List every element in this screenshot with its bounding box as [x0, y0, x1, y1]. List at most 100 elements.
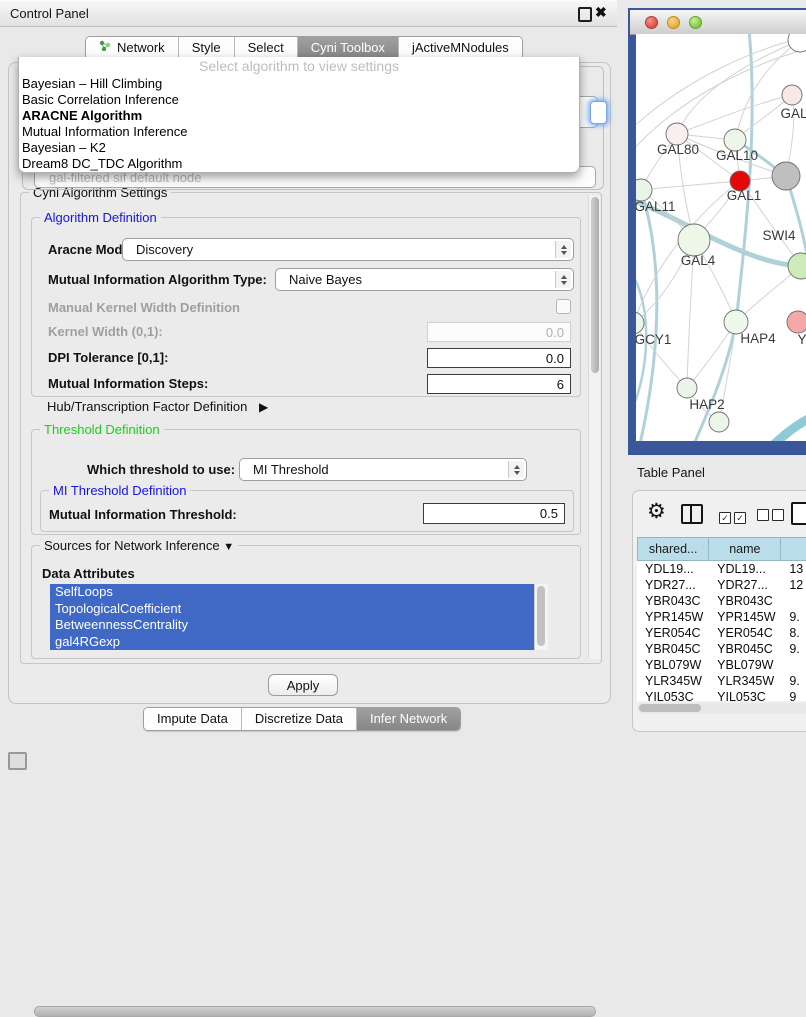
tab-style[interactable]: Style — [179, 37, 235, 59]
table-cell[interactable]: YLR345W — [709, 673, 781, 689]
table-cell[interactable]: YBR045C — [709, 641, 781, 657]
mi-type-value: Naive Bayes — [289, 272, 362, 287]
manual-kernel-checkbox[interactable] — [556, 299, 571, 314]
table-cell[interactable]: 9. — [781, 641, 806, 657]
float-panel-icon[interactable] — [578, 7, 592, 22]
tab-cyni-toolbox[interactable]: Cyni Toolbox — [298, 37, 399, 59]
menu-item-bayesian-k2[interactable]: Bayesian – K2 — [19, 140, 579, 156]
table-cell[interactable]: YBR043C — [709, 593, 781, 609]
table-cell[interactable]: YBR043C — [637, 593, 709, 609]
minimize-traffic-light[interactable] — [667, 16, 680, 29]
network-node-y[interactable] — [787, 311, 806, 333]
table-row[interactable]: YPR145WYPR145W9. — [637, 609, 806, 625]
table-cell[interactable]: 13 — [781, 561, 806, 577]
table-cell[interactable]: YIL053C — [709, 689, 781, 701]
table-cell[interactable]: YDL19... — [637, 561, 709, 577]
mi-threshold-definition-group: MI Threshold Definition Mutual Informati… — [40, 490, 574, 532]
table-cell[interactable]: YDR27... — [709, 577, 781, 593]
collapsed-arrow-icon[interactable]: ▶ — [259, 400, 268, 414]
attribute-item[interactable]: BetweennessCentrality — [50, 617, 548, 634]
table-cell[interactable]: YBL079W — [637, 657, 709, 673]
table-cell[interactable]: 12 — [781, 577, 806, 593]
apply-button[interactable]: Apply — [268, 674, 338, 696]
table-cell[interactable] — [781, 657, 806, 673]
tab-jactivemnodules[interactable]: jActiveMNodules — [399, 37, 522, 59]
settings-scrollbar-thumb[interactable] — [591, 197, 599, 373]
gear-icon[interactable]: ⚙ — [647, 499, 666, 524]
tab-discretize-data[interactable]: Discretize Data — [242, 708, 357, 730]
attribute-item[interactable]: SelfLoops — [50, 584, 548, 601]
combobox-focus-stepper[interactable] — [590, 101, 607, 124]
table-cell[interactable]: YER054C — [637, 625, 709, 641]
menu-item-aracne-algorithm[interactable]: ARACNE Algorithm — [19, 108, 579, 124]
network-node[interactable] — [772, 162, 800, 190]
aracne-mode-combobox[interactable]: Discovery — [122, 238, 574, 261]
table-cell[interactable]: YIL053C — [637, 689, 709, 701]
node-label: GCY1 — [636, 332, 671, 347]
table-row[interactable]: YIL053CYIL053C9 — [637, 689, 806, 701]
tab-network[interactable]: Network — [86, 37, 179, 59]
table-row[interactable]: YBL079WYBL079W — [637, 657, 806, 673]
close-panel-icon[interactable]: ✖ — [595, 4, 607, 21]
table-row[interactable]: YDL19...YDL19...13 — [637, 561, 806, 577]
zoom-traffic-light[interactable] — [689, 16, 702, 29]
table-cell[interactable] — [781, 593, 806, 609]
mi-steps-field[interactable]: 6 — [427, 374, 571, 394]
attribute-item[interactable]: TopologicalCoefficient — [50, 601, 548, 618]
expanded-arrow-icon[interactable]: ▼ — [223, 541, 234, 553]
which-threshold-label: Which threshold to use: — [87, 462, 235, 477]
table-cell[interactable]: YBR045C — [637, 641, 709, 657]
table-row[interactable]: YER054CYER054C8. — [637, 625, 806, 641]
network-node-gal4[interactable] — [678, 224, 710, 256]
attribute-item[interactable]: gal4RGexp — [50, 634, 548, 651]
network-canvas[interactable]: GALGAL80GAL10GAL1GAL11GAL4SWI4GCY1HAP4YH… — [636, 34, 806, 441]
table-cell[interactable]: 9. — [781, 673, 806, 689]
menu-item-bayesian-hill-climbing[interactable]: Bayesian – Hill Climbing — [19, 76, 579, 92]
close-traffic-light[interactable] — [645, 16, 658, 29]
table-cell[interactable]: YBL079W — [709, 657, 781, 673]
column-header[interactable] — [781, 537, 806, 561]
table-cell[interactable]: YPR145W — [709, 609, 781, 625]
tab-infer-network[interactable]: Infer Network — [357, 708, 460, 730]
table-cell[interactable]: YDL19... — [709, 561, 781, 577]
column-layout-icon[interactable] — [681, 504, 703, 524]
mi-threshold-field[interactable]: 0.5 — [423, 503, 565, 524]
table-cell[interactable]: YPR145W — [637, 609, 709, 625]
network-node[interactable] — [788, 34, 806, 52]
menu-item-mutual-information-inference[interactable]: Mutual Information Inference — [19, 124, 579, 140]
panel-dock-icon[interactable] — [8, 752, 27, 770]
column-header[interactable]: name — [709, 537, 781, 561]
kernel-width-field[interactable]: 0.0 — [427, 322, 571, 342]
network-node[interactable] — [709, 412, 729, 432]
table-cell[interactable]: YDR27... — [637, 577, 709, 593]
tab-select[interactable]: Select — [235, 37, 298, 59]
network-node-gal11[interactable] — [636, 179, 652, 201]
table-row[interactable]: YLR345WYLR345W9. — [637, 673, 806, 689]
hub-definition-section[interactable]: Hub/Transcription Factor Definition ▶ — [47, 399, 268, 414]
table-row[interactable]: YDR27...YDR27...12 — [637, 577, 806, 593]
tab-label: Network — [117, 40, 165, 55]
network-node-gal[interactable] — [782, 85, 802, 105]
table-row[interactable]: YBR043CYBR043C — [637, 593, 806, 609]
network-node-hap2[interactable] — [677, 378, 697, 398]
dpi-tolerance-field[interactable]: 0.0 — [427, 348, 571, 368]
table-cell[interactable]: YLR345W — [637, 673, 709, 689]
select-all-checkboxes-icon[interactable]: ✓✓ — [719, 508, 749, 526]
tab-impute-data[interactable]: Impute Data — [144, 708, 242, 730]
network-window-titlebar[interactable] — [630, 10, 806, 35]
column-header[interactable]: shared... — [637, 537, 709, 561]
table-row[interactable]: YBR045CYBR045C9. — [637, 641, 806, 657]
settings-hscrollbar-thumb[interactable] — [34, 1006, 596, 1017]
table-cell[interactable]: YER054C — [709, 625, 781, 641]
table-cell[interactable]: 9. — [781, 609, 806, 625]
table-cell[interactable]: 8. — [781, 625, 806, 641]
menu-item-basic-correlation-inference[interactable]: Basic Correlation Inference — [19, 92, 579, 108]
which-threshold-combobox[interactable]: MI Threshold — [239, 458, 527, 481]
list-scrollbar-thumb[interactable] — [537, 586, 545, 646]
export-table-icon[interactable] — [791, 502, 806, 525]
deselect-all-checkboxes-icon[interactable] — [757, 508, 787, 526]
menu-item-dream8-dc-tdc-algorithm[interactable]: Dream8 DC_TDC Algorithm — [19, 156, 579, 172]
table-hscrollbar-thumb[interactable] — [639, 704, 701, 712]
table-cell[interactable]: 9 — [781, 689, 806, 701]
mi-type-combobox[interactable]: Naive Bayes — [275, 268, 574, 291]
